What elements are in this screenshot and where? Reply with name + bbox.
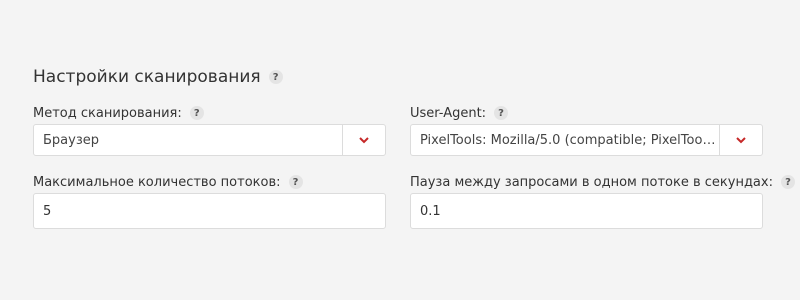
user-agent-label: User-Agent: xyxy=(410,105,487,121)
user-agent-select[interactable]: PixelTools: Mozilla/5.0 (compatible; Pix… xyxy=(410,124,763,156)
section-title-text: Настройки сканирования xyxy=(33,67,261,87)
max-threads-label-row: Максимальное количество потоков: ? xyxy=(33,173,386,191)
scan-method-label: Метод сканирования: xyxy=(33,105,182,121)
scan-method-select[interactable]: Браузер xyxy=(33,124,386,156)
scan-method-dropdown-button[interactable] xyxy=(342,125,385,155)
pause-field: Пауза между запросами в одном потоке в с… xyxy=(410,173,795,229)
user-agent-field: User-Agent: ? PixelTools: Mozilla/5.0 (c… xyxy=(410,104,763,156)
max-threads-label: Максимальное количество потоков: xyxy=(33,174,281,190)
scan-method-field: Метод сканирования: ? Браузер xyxy=(33,104,386,156)
max-threads-field: Максимальное количество потоков: ? xyxy=(33,173,386,229)
help-icon[interactable]: ? xyxy=(494,106,509,120)
pause-input-wrap xyxy=(410,193,763,229)
scan-method-label-row: Метод сканирования: ? xyxy=(33,104,386,122)
max-threads-input-wrap xyxy=(33,193,386,229)
help-icon[interactable]: ? xyxy=(288,175,303,189)
user-agent-label-row: User-Agent: ? xyxy=(410,104,763,122)
user-agent-dropdown-button[interactable] xyxy=(719,125,762,155)
chevron-down-icon xyxy=(359,136,369,143)
user-agent-value: PixelTools: Mozilla/5.0 (compatible; Pix… xyxy=(420,132,719,148)
max-threads-input[interactable] xyxy=(34,194,385,228)
pause-input[interactable] xyxy=(411,194,762,228)
pause-label-row: Пауза между запросами в одном потоке в с… xyxy=(410,173,795,191)
pause-label: Пауза между запросами в одном потоке в с… xyxy=(410,174,773,190)
help-icon[interactable]: ? xyxy=(189,106,204,120)
section-title: Настройки сканирования ? xyxy=(33,67,283,87)
help-icon[interactable]: ? xyxy=(780,175,795,189)
scan-method-value: Браузер xyxy=(43,132,99,148)
chevron-down-icon xyxy=(736,136,746,143)
help-icon[interactable]: ? xyxy=(268,70,283,84)
